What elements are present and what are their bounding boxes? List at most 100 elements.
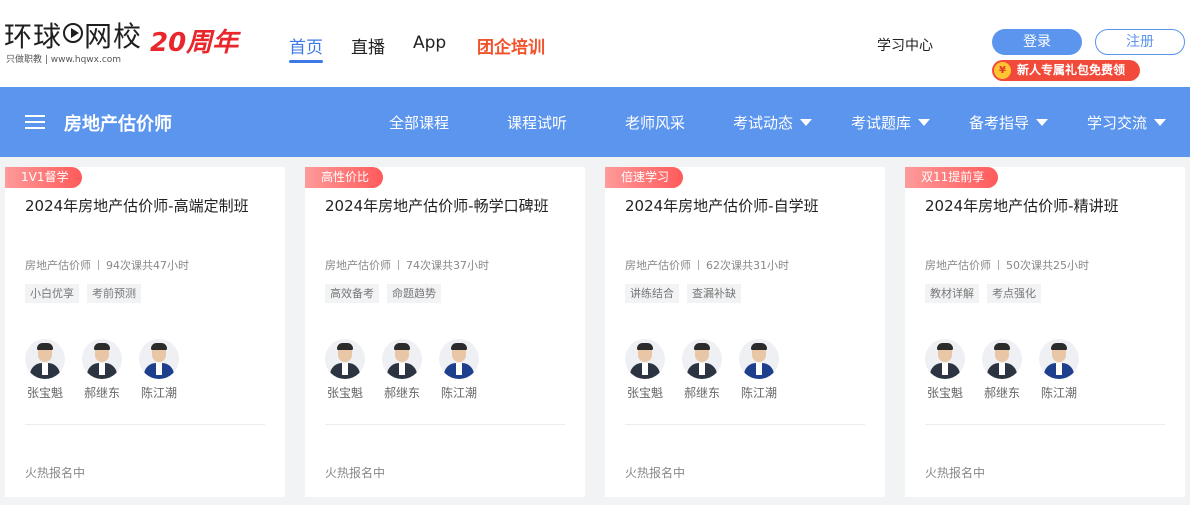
course-tag: 教材详解 xyxy=(925,284,979,303)
course-badge: 倍速学习 xyxy=(605,167,684,188)
subnav-question-bank[interactable]: 考试题库 xyxy=(851,112,931,133)
nav-home[interactable]: 首页 xyxy=(289,33,323,63)
study-center-link[interactable]: 学习中心 xyxy=(877,35,933,55)
teacher-name: 陈江潮 xyxy=(140,386,177,400)
caret-down-icon xyxy=(1036,119,1049,126)
course-meta: 房地产估价师 74次课共37小时 xyxy=(325,257,489,273)
course-tag: 命题趋势 xyxy=(387,284,441,303)
teacher[interactable]: 张宝魁 xyxy=(325,339,365,401)
course-lessons: 74次课共37小时 xyxy=(406,259,489,272)
teacher-name: 张宝魁 xyxy=(26,386,63,400)
teacher[interactable]: 郝继东 xyxy=(382,339,422,401)
course-title[interactable]: 2024年房地产估价师-畅学口碑班 xyxy=(325,195,549,216)
teacher-name: 张宝魁 xyxy=(626,386,663,400)
caret-down-icon xyxy=(1154,119,1167,126)
category-nav-bar: 房地产估价师 全部课程 课程试听 老师风采 考试动态 考试题库 备考指导 学习交… xyxy=(0,87,1190,157)
course-card[interactable]: 双11提前享 2024年房地产估价师-精讲班 房地产估价师 50次课共25小时 教… xyxy=(905,167,1185,497)
enrollment-status: 火热报名中 xyxy=(625,466,686,480)
meta-separator xyxy=(398,260,399,270)
nav-live[interactable]: 直播 xyxy=(351,33,385,58)
teacher[interactable]: 陈江潮 xyxy=(739,339,779,401)
meta-separator xyxy=(698,260,699,270)
course-tags: 讲练结合 查漏补缺 xyxy=(625,282,749,303)
card-divider xyxy=(625,424,865,425)
nav-app[interactable]: App xyxy=(413,33,446,53)
course-lessons: 94次课共47小时 xyxy=(106,259,189,272)
teacher-name: 张宝魁 xyxy=(326,386,363,400)
teacher-name: 陈江潮 xyxy=(1040,386,1077,400)
hamburger-menu-icon[interactable] xyxy=(25,115,45,129)
teacher-name: 张宝魁 xyxy=(926,386,963,400)
enrollment-status: 火热报名中 xyxy=(925,466,986,480)
coin-icon: ¥ xyxy=(994,62,1011,79)
subnav-exam-news[interactable]: 考试动态 xyxy=(733,112,813,133)
teacher-avatar xyxy=(739,339,779,379)
teacher-name: 郝继东 xyxy=(983,386,1020,400)
meta-separator xyxy=(998,260,999,270)
logo-text-b: 网校 xyxy=(84,20,143,53)
subnav-label: 课程试听 xyxy=(507,114,568,132)
subnav-teachers[interactable]: 老师风采 xyxy=(625,112,685,133)
nav-enterprise-training[interactable]: 团企培训 xyxy=(477,33,545,58)
teacher-avatar xyxy=(682,339,722,379)
teacher[interactable]: 陈江潮 xyxy=(1039,339,1079,401)
card-divider xyxy=(925,424,1165,425)
teacher-name: 陈江潮 xyxy=(440,386,477,400)
course-tag: 小白优享 xyxy=(25,284,79,303)
subnav-label: 考试题库 xyxy=(851,114,912,132)
course-tag: 考点强化 xyxy=(987,284,1041,303)
course-category: 房地产估价师 xyxy=(925,259,991,272)
enrollment-status: 火热报名中 xyxy=(325,466,386,480)
new-user-gift-banner[interactable]: ¥ 新人专属礼包免费领 xyxy=(992,60,1140,81)
course-card[interactable]: 1V1督学 2024年房地产估价师-高端定制班 房地产估价师 94次课共47小时 … xyxy=(5,167,285,497)
course-tag: 考前预测 xyxy=(87,284,141,303)
course-badge: 双11提前享 xyxy=(905,167,999,188)
subnav-study-exchange[interactable]: 学习交流 xyxy=(1087,112,1167,133)
teacher-avatar xyxy=(25,339,65,379)
course-card[interactable]: 高性价比 2024年房地产估价师-畅学口碑班 房地产估价师 74次课共37小时 高… xyxy=(305,167,585,497)
subnav-label: 学习交流 xyxy=(1087,114,1148,132)
subnav-label: 考试动态 xyxy=(733,114,794,132)
teacher[interactable]: 张宝魁 xyxy=(925,339,965,401)
teacher[interactable]: 张宝魁 xyxy=(625,339,665,401)
course-title[interactable]: 2024年房地产估价师-自学班 xyxy=(625,195,819,216)
course-tag: 讲练结合 xyxy=(625,284,679,303)
caret-down-icon xyxy=(918,119,931,126)
login-button[interactable]: 登录 xyxy=(992,29,1082,55)
enrollment-status: 火热报名中 xyxy=(25,466,86,480)
course-lessons: 62次课共31小时 xyxy=(706,259,789,272)
teacher[interactable]: 郝继东 xyxy=(82,339,122,401)
course-badge: 高性价比 xyxy=(305,167,384,188)
subnav-label: 老师风采 xyxy=(625,114,686,132)
course-title[interactable]: 2024年房地产估价师-高端定制班 xyxy=(25,195,249,216)
teacher[interactable]: 陈江潮 xyxy=(439,339,479,401)
teacher[interactable]: 张宝魁 xyxy=(25,339,65,401)
hqwx-logo[interactable]: 环球 网校 只做职教 | www.hqwx.com xyxy=(4,20,141,65)
subnav-course-trial[interactable]: 课程试听 xyxy=(507,112,567,133)
course-tags: 教材详解 考点强化 xyxy=(925,282,1049,303)
course-title[interactable]: 2024年房地产估价师-精讲班 xyxy=(925,195,1119,216)
category-title: 房地产估价师 xyxy=(64,114,172,135)
course-card[interactable]: 倍速学习 2024年房地产估价师-自学班 房地产估价师 62次课共31小时 讲练结… xyxy=(605,167,885,497)
course-category: 房地产估价师 xyxy=(325,259,391,272)
teacher[interactable]: 郝继东 xyxy=(982,339,1022,401)
logo-text-a: 环球 xyxy=(4,20,63,53)
course-meta: 房地产估价师 62次课共31小时 xyxy=(625,257,789,273)
subnav-all-courses[interactable]: 全部课程 xyxy=(389,112,449,133)
subnav-label: 备考指导 xyxy=(969,114,1030,132)
teacher-name: 郝继东 xyxy=(83,386,120,400)
teacher-avatar xyxy=(625,339,665,379)
top-header: 环球 网校 只做职教 | www.hqwx.com 20周年 首页 直播 App … xyxy=(0,0,1190,87)
course-category: 房地产估价师 xyxy=(25,259,91,272)
teacher[interactable]: 陈江潮 xyxy=(139,339,179,401)
teacher[interactable]: 郝继东 xyxy=(682,339,722,401)
logo-slogan: 只做职教 | www.hqwx.com xyxy=(6,55,122,65)
teacher-avatar xyxy=(139,339,179,379)
register-button[interactable]: 注册 xyxy=(1095,29,1185,55)
subnav-study-guide[interactable]: 备考指导 xyxy=(969,112,1049,133)
play-icon xyxy=(63,23,84,43)
course-meta: 房地产估价师 94次课共47小时 xyxy=(25,257,189,273)
meta-separator xyxy=(98,260,99,270)
subnav-label: 全部课程 xyxy=(389,114,450,132)
teacher-avatar xyxy=(382,339,422,379)
